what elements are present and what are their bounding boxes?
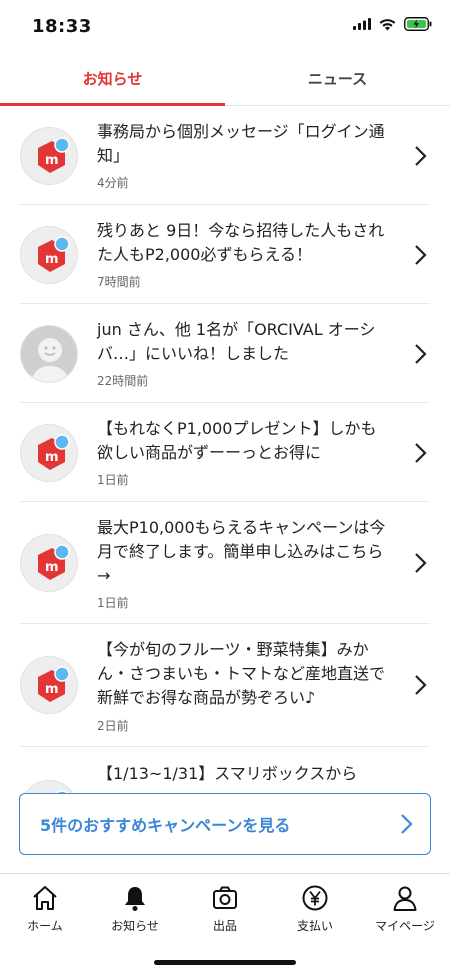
nav-label: 出品 xyxy=(212,919,237,933)
notification-text: 残りあと 9日！今なら招待した人もされた人もP2,000必ずもらえる！ xyxy=(97,221,385,264)
nav-label: マイページ xyxy=(375,919,435,933)
notification-time: 1日前 xyxy=(97,596,129,610)
notification-item[interactable]: m 事務局から個別メッセージ「ログイン通知」 4分前 xyxy=(0,107,450,205)
notification-item[interactable]: m 最大P10,000もらえるキャンペーンは今月で終了します。簡単申し込みはこち… xyxy=(0,502,450,624)
svg-text:m: m xyxy=(45,252,59,267)
mercari-logo-icon: m xyxy=(20,127,78,185)
camera-icon xyxy=(213,886,237,909)
bottom-nav: ホーム お知らせ 出品 支払い マイページ xyxy=(0,873,450,974)
recommend-campaigns-button[interactable]: 5件のおすすめキャンペーンを見る xyxy=(19,793,431,855)
recommend-label: 5件のおすすめキャンペーンを見る xyxy=(40,816,291,835)
notification-item[interactable]: m 残りあと 9日！今なら招待した人もされた人もP2,000必ずもらえる！ 7時… xyxy=(0,205,450,304)
tab-bar: お知らせ ニュース xyxy=(0,56,450,106)
notification-text: 【今が旬のフルーツ・野菜特集】みかん・さつまいも・トマトなど産地直送で新鮮でお得… xyxy=(97,640,386,707)
notification-time: 1日前 xyxy=(97,473,129,487)
notification-time: 2日前 xyxy=(97,719,129,733)
chevron-right-icon xyxy=(401,814,413,834)
status-icons xyxy=(353,17,432,31)
notification-text: jun さん、他 1名が「ORCIVAL オーシバ…」にいいね！しました xyxy=(97,320,376,363)
nav-home[interactable]: ホーム xyxy=(0,880,90,936)
active-tab-indicator xyxy=(0,103,225,106)
notification-item[interactable]: jun さん、他 1名が「ORCIVAL オーシバ…」にいいね！しました 22時… xyxy=(0,304,450,403)
status-bar: 18:33 xyxy=(0,0,450,56)
mercari-logo-icon: m xyxy=(20,656,78,714)
chevron-right-icon xyxy=(415,245,427,265)
notification-list: m 事務局から個別メッセージ「ログイン通知」 4分前 m 残りあと 9日！今なら… xyxy=(0,107,450,873)
nav-label: ホーム xyxy=(27,919,63,933)
home-indicator xyxy=(154,960,296,965)
nav-label: お知らせ xyxy=(111,919,159,933)
notification-item[interactable]: m 【もれなくP1,000プレゼント】しかも欲しい商品がずーーっとお得に 1日前 xyxy=(0,403,450,502)
chevron-right-icon xyxy=(415,675,427,695)
mercari-logo-icon: m xyxy=(20,424,78,482)
nav-notifications[interactable]: お知らせ xyxy=(90,880,180,936)
notification-text: 最大P10,000もらえるキャンペーンは今月で終了します。簡単申し込みはこちら→ xyxy=(97,518,386,585)
mercari-logo-icon: m xyxy=(20,226,78,284)
tab-news[interactable]: ニュース xyxy=(225,56,450,106)
svg-text:m: m xyxy=(45,682,59,697)
svg-text:m: m xyxy=(45,560,59,575)
default-user-icon xyxy=(20,325,78,383)
nav-label: 支払い xyxy=(296,919,333,933)
chevron-right-icon xyxy=(415,443,427,463)
signal-icon xyxy=(353,18,371,30)
svg-text:m: m xyxy=(45,450,59,465)
svg-text:m: m xyxy=(45,153,59,168)
tab-notifications[interactable]: お知らせ xyxy=(0,56,225,106)
notification-text: 【1/13~1/31】スマリボックスから xyxy=(97,764,358,783)
notification-item[interactable]: m 【今が旬のフルーツ・野菜特集】みかん・さつまいも・トマトなど産地直送で新鮮で… xyxy=(0,624,450,747)
notification-text: 事務局から個別メッセージ「ログイン通知」 xyxy=(97,122,385,165)
nav-payment[interactable]: 支払い xyxy=(270,880,360,936)
notification-time: 22時間前 xyxy=(97,374,149,388)
nav-sell[interactable]: 出品 xyxy=(180,880,270,936)
battery-icon xyxy=(404,17,432,31)
yen-icon xyxy=(302,885,328,911)
bell-icon xyxy=(125,887,145,911)
wifi-icon xyxy=(379,18,396,30)
home-icon xyxy=(33,886,57,910)
mercari-logo-icon: m xyxy=(20,534,78,592)
notification-text: 【もれなくP1,000プレゼント】しかも欲しい商品がずーーっとお得に xyxy=(97,419,377,462)
notification-time: 4分前 xyxy=(97,176,129,190)
chevron-right-icon xyxy=(415,146,427,166)
chevron-right-icon xyxy=(415,344,427,364)
chevron-right-icon xyxy=(415,553,427,573)
notification-time: 7時間前 xyxy=(97,275,141,289)
nav-mypage[interactable]: マイページ xyxy=(360,880,450,936)
status-time: 18:33 xyxy=(32,16,92,37)
person-icon xyxy=(393,886,417,911)
